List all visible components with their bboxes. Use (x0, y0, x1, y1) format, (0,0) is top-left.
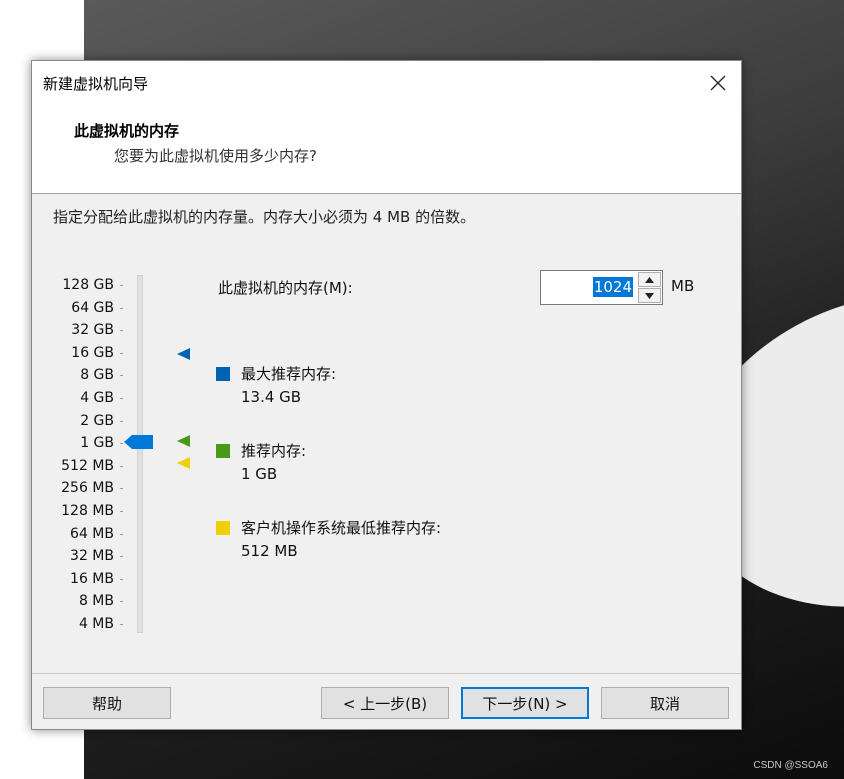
close-icon (710, 75, 726, 91)
scale-label: 32 GB (71, 322, 114, 339)
recommended-swatch (216, 444, 230, 458)
recommended-label: 推荐内存: (241, 442, 307, 460)
scale-tick (120, 375, 123, 377)
scale-tick (120, 443, 123, 445)
scale-label: 8 GB (80, 367, 114, 384)
min-recommended-swatch (216, 521, 230, 535)
max-recommended-label: 最大推荐内存: (241, 365, 337, 383)
max-recommended-value: 13.4 GB (241, 388, 302, 406)
scale-tick (120, 307, 123, 309)
window-title: 新建虚拟机向导 (43, 75, 149, 93)
new-vm-wizard-dialog: 新建虚拟机向导 此虚拟机的内存 您要为此虚拟机使用多少内存? 指定分配给此虚拟机… (31, 60, 742, 730)
scale-tick (120, 420, 123, 422)
scale-tick (120, 398, 123, 399)
scale-label: 64 GB (71, 299, 114, 316)
arrow-up-icon (645, 276, 654, 283)
back-button[interactable]: < 上一步(B) (321, 687, 449, 719)
wizard-header: 此虚拟机的内存 您要为此虚拟机使用多少内存? (32, 105, 741, 194)
instruction-text: 指定分配给此虚拟机的内存量。内存大小必须为 4 MB 的倍数。 (53, 208, 476, 226)
cancel-button[interactable]: 取消 (601, 687, 729, 719)
scale-tick (120, 601, 123, 603)
memory-slider-track[interactable] (137, 275, 143, 633)
memory-spinbox[interactable]: 1024 (540, 270, 663, 305)
scale-label: 64 MB (70, 525, 114, 542)
page-subtitle: 您要为此虚拟机使用多少内存? (114, 147, 317, 165)
scale-tick (120, 465, 123, 467)
next-button[interactable]: 下一步(N) > (461, 687, 589, 719)
scale-tick (120, 624, 123, 625)
recommended-marker (177, 435, 190, 447)
watermark: CSDN @SSOA6 (753, 760, 828, 771)
scale-label: 16 MB (70, 570, 114, 587)
help-button[interactable]: 帮助 (43, 687, 171, 719)
scale-label: 1 GB (80, 435, 114, 452)
recommended-value: 1 GB (241, 465, 278, 483)
memory-label: 此虚拟机的内存(M): (218, 279, 353, 297)
max-recommended-swatch (216, 367, 230, 381)
dialog-footer: 帮助 < 上一步(B) 下一步(N) > 取消 (32, 673, 741, 732)
scale-label: 256 MB (61, 480, 114, 497)
close-button[interactable] (695, 61, 741, 105)
scale-label: 128 GB (62, 277, 114, 293)
arrow-down-icon (645, 292, 654, 299)
min-recommended-marker (177, 457, 190, 469)
scale-tick (120, 556, 123, 558)
scale-label: 128 MB (61, 503, 114, 519)
memory-unit: MB (671, 277, 695, 295)
spin-down-button[interactable] (638, 288, 661, 303)
scale-label: 16 GB (71, 344, 114, 361)
scale-label: 32 MB (70, 548, 114, 565)
scale-tick (120, 330, 123, 332)
scale-label: 2 GB (80, 412, 114, 429)
scale-label: 4 GB (80, 390, 114, 406)
scale-label: 512 MB (61, 457, 114, 474)
min-recommended-value: 512 MB (241, 542, 298, 560)
max-recommended-marker (177, 348, 190, 360)
min-recommended-label: 客户机操作系统最低推荐内存: (241, 519, 442, 537)
scale-tick (120, 352, 123, 354)
spin-up-button[interactable] (638, 272, 661, 287)
memory-value-input[interactable]: 1024 (592, 277, 633, 297)
scale-label: 4 MB (78, 616, 114, 632)
scale-tick (120, 511, 123, 512)
page-title: 此虚拟机的内存 (74, 122, 180, 140)
scale-tick (120, 578, 123, 580)
scale-tick (120, 488, 123, 490)
scale-tick (120, 533, 123, 535)
scale-label: 8 MB (78, 593, 114, 610)
title-bar: 新建虚拟机向导 (32, 61, 741, 105)
memory-slider-thumb[interactable] (124, 434, 154, 450)
scale-tick (120, 285, 123, 286)
